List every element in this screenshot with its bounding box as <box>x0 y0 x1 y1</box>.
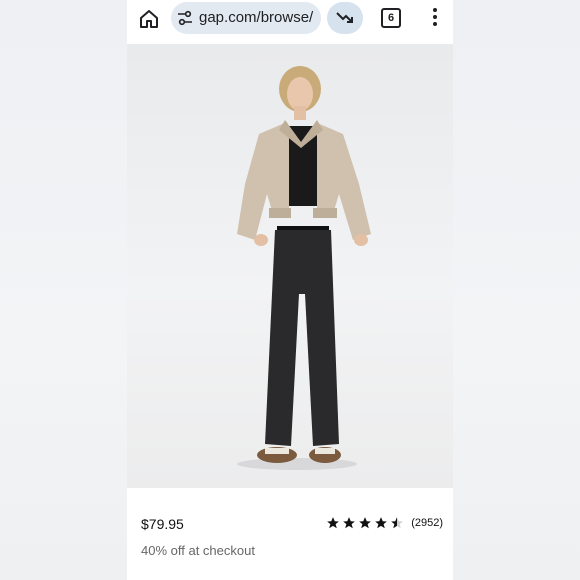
product-info: $79.95 (2952) 40% off at checkout <box>127 490 453 580</box>
rating-stars <box>326 516 406 530</box>
star-icon <box>359 517 372 529</box>
address-bar[interactable]: gap.com/browse/ <box>171 2 321 34</box>
phone-screen: gap.com/browse/ 6 $79.95 (2952) 40% off … <box>127 0 453 580</box>
product-rating[interactable]: (2952) <box>326 516 443 530</box>
promo-text: 40% off at checkout <box>141 543 255 558</box>
star-half-icon <box>391 517 404 529</box>
home-icon[interactable] <box>137 7 161 31</box>
more-vert-icon[interactable] <box>427 8 443 28</box>
model-photo <box>237 66 371 470</box>
tune-icon[interactable] <box>177 10 193 26</box>
star-icon <box>327 517 340 529</box>
trending-down-button[interactable] <box>327 2 363 34</box>
background-blur-right <box>453 0 580 580</box>
url-text: gap.com/browse/ <box>199 9 314 26</box>
rating-count: (2952) <box>411 517 443 529</box>
star-icon <box>343 517 356 529</box>
star-icon <box>375 517 388 529</box>
product-price: $79.95 <box>141 516 184 532</box>
tab-switcher-icon[interactable]: 6 <box>381 8 401 28</box>
background-blur-left <box>0 0 127 580</box>
trending-down-icon <box>336 12 353 23</box>
browser-toolbar: gap.com/browse/ 6 <box>127 0 453 40</box>
product-image[interactable] <box>127 44 453 488</box>
